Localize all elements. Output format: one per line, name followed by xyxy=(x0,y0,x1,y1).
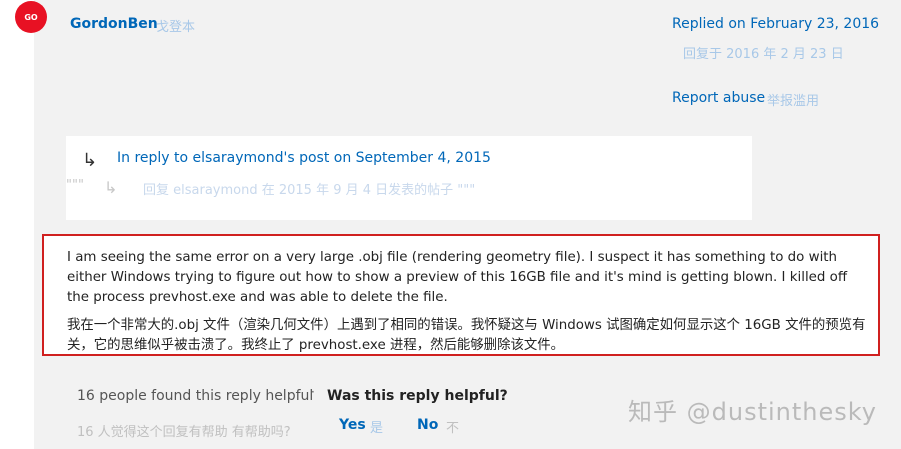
yes-translation: 是 xyxy=(370,421,384,436)
author-name[interactable]: GordonBen xyxy=(70,16,158,32)
in-reply-box: ↳ In reply to elsaraymond's post on Sept… xyxy=(66,136,752,220)
post-body-translation: 我在一个非常大的.obj 文件（渲染几何文件）上遇到了相同的错误。我怀疑这与 W… xyxy=(67,318,866,353)
helpful-question: Was this reply helpful? xyxy=(327,388,508,404)
avatar[interactable]: GO xyxy=(15,1,47,33)
helpful-count: 16 people found this reply helpful xyxy=(77,388,314,404)
no-button[interactable]: No xyxy=(417,417,438,433)
watermark: 知乎 @dustinthesky xyxy=(628,398,878,426)
reply-arrow-icon: ↳ xyxy=(104,178,118,197)
post-body-highlight: I am seeing the same error on a very lar… xyxy=(42,234,880,356)
quote-marks: """ xyxy=(66,178,84,193)
separator: · xyxy=(311,385,315,399)
report-abuse-translation: 举报滥用 xyxy=(767,94,820,109)
yes-button[interactable]: Yes xyxy=(339,417,366,433)
replied-date-translation: 回复于 2016 年 2 月 23 日 xyxy=(683,47,844,62)
reply-panel xyxy=(34,0,901,449)
no-translation: 不 xyxy=(446,421,460,436)
in-reply-link[interactable]: In reply to elsaraymond's post on Septem… xyxy=(117,150,491,166)
post-body-text: I am seeing the same error on a very lar… xyxy=(67,250,848,305)
in-reply-translation: 回复 elsaraymond 在 2015 年 9 月 4 日发表的帖子 """ xyxy=(143,183,476,198)
author-name-translation: 戈登本 xyxy=(156,20,196,35)
replied-date: Replied on February 23, 2016 xyxy=(672,16,880,32)
reply-arrow-icon: ↳ xyxy=(82,150,98,171)
helpful-translation: 16 人觉得这个回复有帮助 有帮助吗? xyxy=(77,425,291,440)
report-abuse-link[interactable]: Report abuse xyxy=(672,90,765,106)
